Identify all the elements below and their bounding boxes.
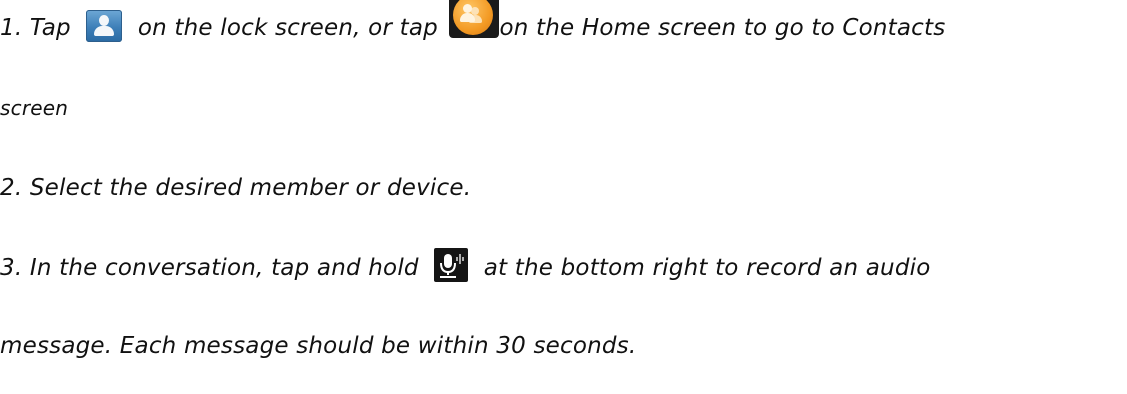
step-3-number: 3.: [0, 255, 23, 281]
instructions-document: 1. Tap on the lock screen, or tap on the…: [0, 0, 1127, 394]
step-1-continuation: screen: [0, 96, 69, 120]
step-2-text: Select the desired member or device.: [29, 175, 472, 201]
step-3-line: 3. In the conversation, tap and hold at …: [0, 247, 931, 288]
step-2-number: 2.: [0, 175, 23, 201]
step-2-line: 2. Select the desired member or device.: [0, 168, 471, 208]
step-1-text-b: on the lock screen, or tap: [137, 15, 438, 41]
contacts-group-icon: [449, 0, 500, 38]
step-3-continuation: message. Each message should be within 3…: [0, 333, 637, 359]
step-3-text-a: In the conversation, tap and hold: [29, 255, 419, 281]
step-1-number: 1.: [0, 15, 23, 41]
step-1-text-c: on the Home screen to go to Contacts: [499, 15, 946, 41]
step-3-text-b: at the bottom right to record an audio: [483, 255, 931, 281]
contacts-person-icon: [86, 9, 123, 42]
microphone-icon: [434, 247, 469, 282]
step-1-text-a: Tap: [29, 15, 71, 41]
step-1-line: 1. Tap on the lock screen, or tap on the…: [0, 0, 946, 48]
